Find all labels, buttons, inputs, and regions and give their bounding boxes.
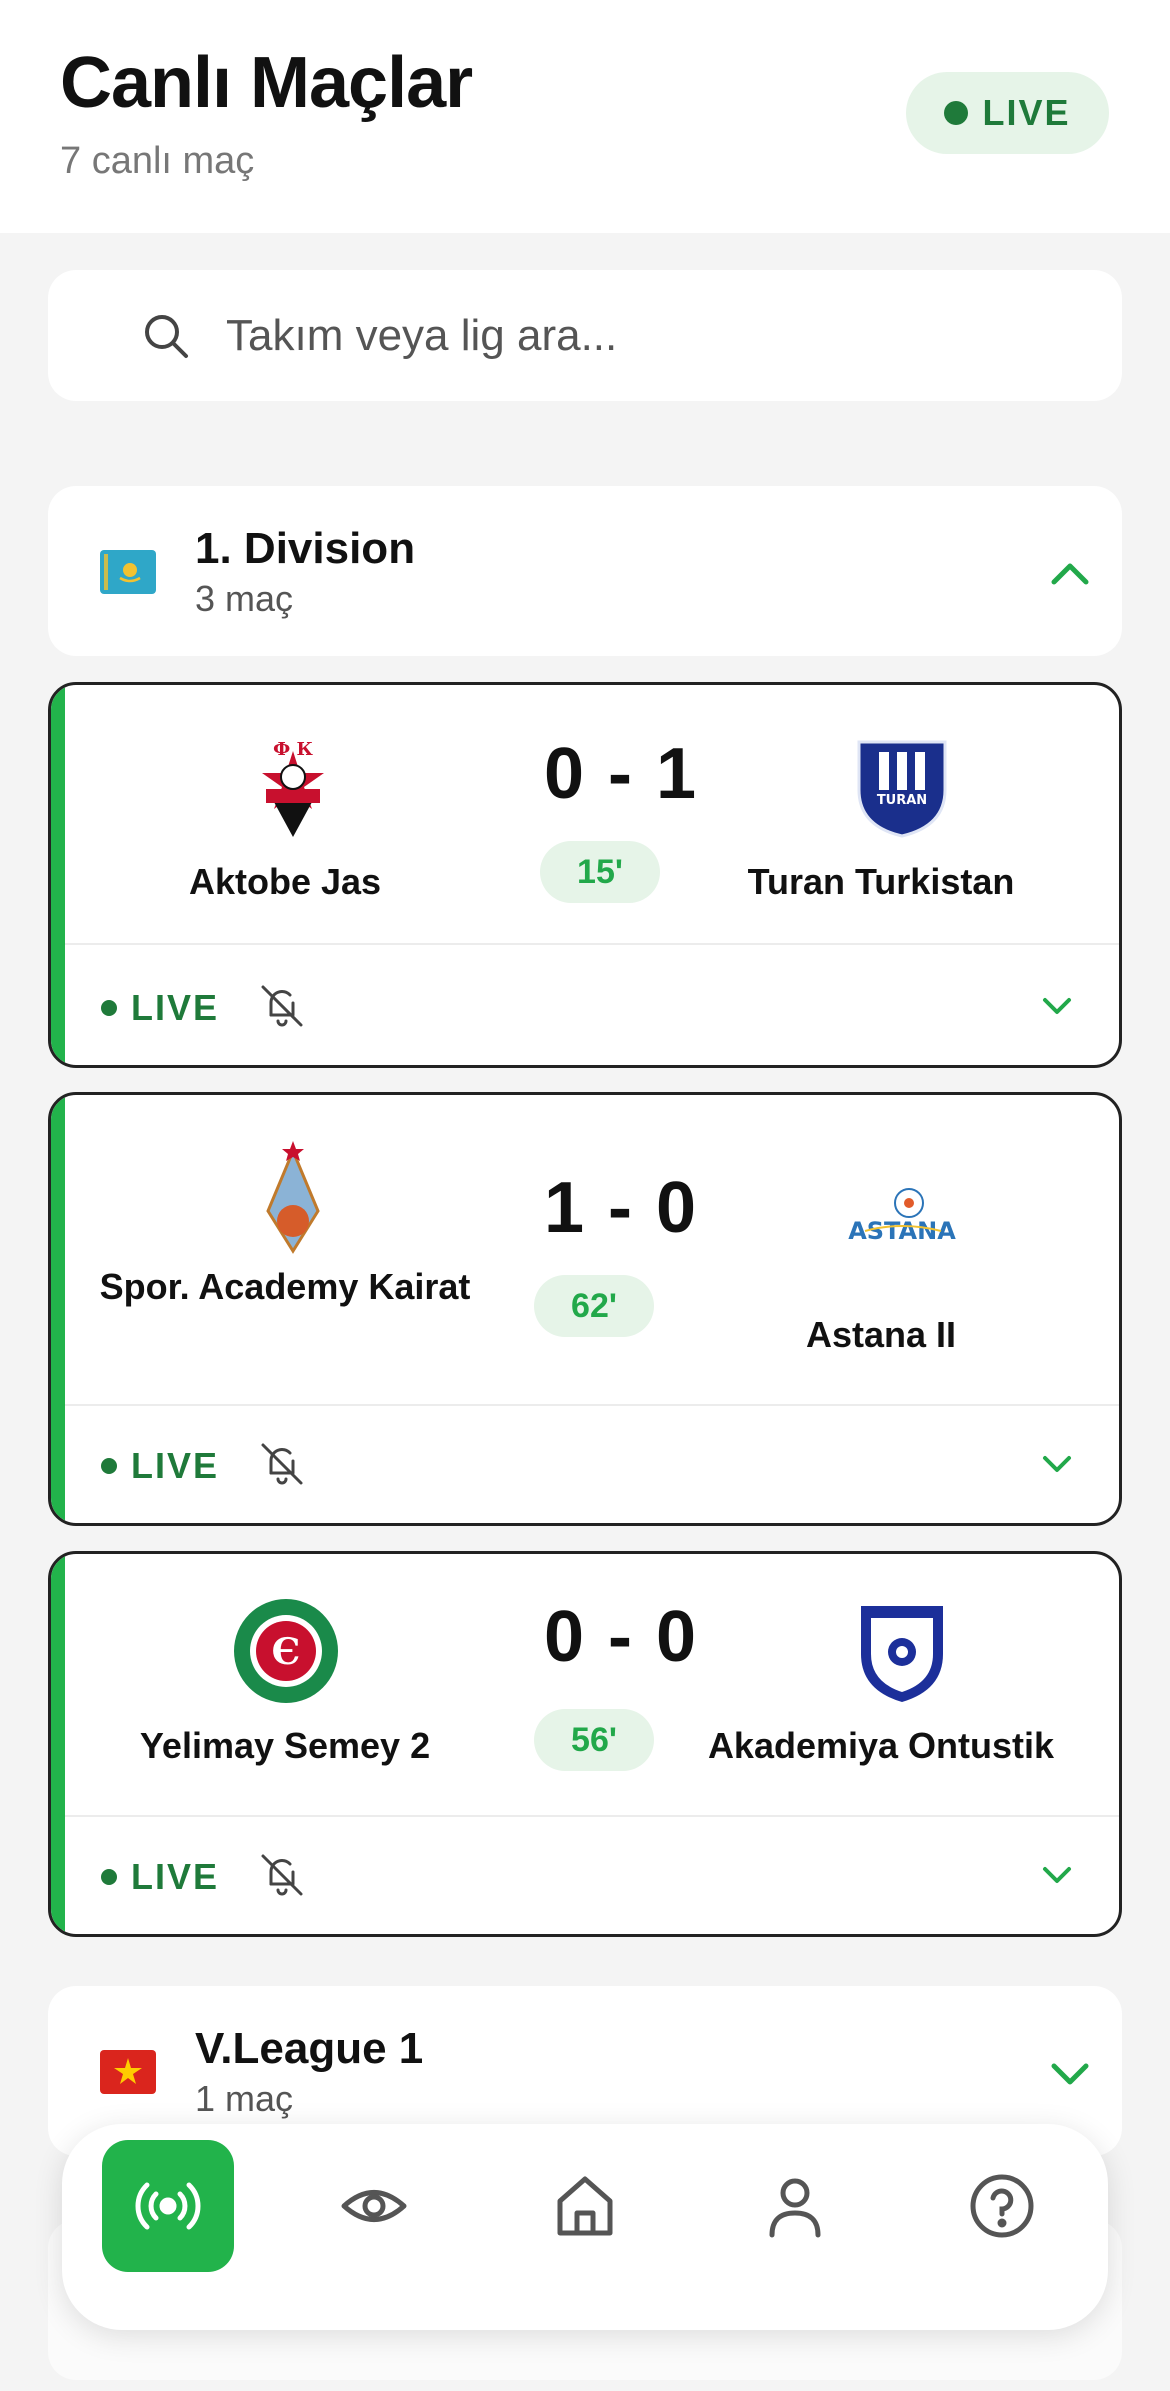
live-dot-icon <box>101 1458 117 1474</box>
away-team-name: Turan Turkistan <box>747 861 1015 902</box>
live-dot-icon <box>101 1000 117 1016</box>
nav-watch-button[interactable] <box>308 2140 440 2272</box>
live-status-tag: LIVE <box>101 1856 219 1898</box>
nav-help-button[interactable] <box>936 2140 1068 2272</box>
search-input[interactable] <box>226 300 1086 372</box>
live-match-count: 7 canlı maç <box>60 140 255 182</box>
match-card[interactable]: Ф К Aktobe Jas 0 - 1 15' TURAN Turan Tur… <box>48 682 1122 1068</box>
match-minute-badge: 62' <box>534 1275 654 1337</box>
league-name: V.League 1 <box>195 2024 424 2073</box>
match-score: 1 - 0 <box>543 1168 699 1248</box>
live-dot-icon <box>101 1869 117 1885</box>
bell-off-icon[interactable] <box>257 1850 307 1900</box>
live-label: LIVE <box>982 92 1071 133</box>
aktobe-jas-logo: Ф К <box>262 739 324 837</box>
chevron-up-icon[interactable] <box>1048 552 1092 592</box>
vietnam-flag-icon <box>100 2050 156 2094</box>
search-icon <box>145 315 188 358</box>
nav-home-button[interactable] <box>519 2140 651 2272</box>
help-icon <box>970 2174 1034 2238</box>
turan-turkistan-logo: TURAN <box>857 740 947 838</box>
league-match-count: 1 maç <box>195 2078 294 2119</box>
search-box[interactable] <box>48 270 1122 401</box>
page-title: Canlı Maçlar <box>60 43 473 123</box>
live-status-tag: LIVE <box>101 987 219 1029</box>
live-indicator-bar <box>51 685 65 1065</box>
nav-live-button[interactable] <box>102 2140 234 2272</box>
live-status-label: LIVE <box>131 1445 220 1486</box>
chevron-down-icon[interactable] <box>1037 988 1077 1024</box>
bell-off-icon[interactable] <box>257 981 307 1031</box>
card-divider <box>65 1404 1119 1406</box>
user-icon <box>769 2178 821 2238</box>
kairat-academy-logo <box>266 1141 320 1254</box>
match-minute-badge: 56' <box>534 1709 654 1771</box>
league-header-1-division[interactable]: 1. Division 3 maç <box>48 486 1122 656</box>
league-name: 1. Division <box>195 524 416 573</box>
chevron-down-icon[interactable] <box>1037 1446 1077 1482</box>
live-status-label: LIVE <box>131 987 220 1028</box>
chevron-down-icon[interactable] <box>1037 1857 1077 1893</box>
home-icon <box>557 2176 613 2236</box>
bottom-navigation <box>62 2124 1108 2330</box>
match-score: 0 - 1 <box>543 734 699 814</box>
svg-text:Є: Є <box>272 1631 301 1673</box>
chevron-down-icon[interactable] <box>1048 2056 1092 2096</box>
header: Canlı Maçlar 7 canlı maç LIVE <box>0 0 1170 233</box>
svg-text:TURAN: TURAN <box>877 793 927 808</box>
live-indicator-bar <box>51 1095 65 1523</box>
kazakhstan-flag-icon <box>100 550 156 594</box>
live-indicator-bar <box>51 1554 65 1934</box>
astana-logo: ASTANA <box>848 1188 956 1245</box>
live-broadcast-icon <box>135 2182 201 2230</box>
akademiya-ontustik-logo <box>861 1606 943 1702</box>
home-team-name: Spor. Academy Kairat <box>99 1266 471 1307</box>
live-status-label: LIVE <box>131 1856 220 1897</box>
eye-icon <box>341 2190 407 2222</box>
league-match-count: 3 maç <box>195 578 294 619</box>
away-team-name: Akademiya Ontustik <box>707 1725 1055 1766</box>
match-card[interactable]: Є Yelimay Semey 2 0 - 0 56' Akademiya On… <box>48 1551 1122 1937</box>
home-team-name: Yelimay Semey 2 <box>139 1725 431 1766</box>
match-card[interactable]: Spor. Academy Kairat 1 - 0 62' ASTANA As… <box>48 1092 1122 1526</box>
live-dot-icon <box>944 101 969 125</box>
bell-off-icon[interactable] <box>257 1439 307 1489</box>
nav-profile-button[interactable] <box>729 2140 861 2272</box>
card-divider <box>65 943 1119 945</box>
away-team-name: Astana II <box>805 1314 957 1355</box>
live-status-tag: LIVE <box>101 1445 219 1487</box>
home-team-name: Aktobe Jas <box>188 861 382 902</box>
live-status-badge: LIVE <box>906 72 1109 154</box>
yelimay-semey-logo: Є <box>234 1599 338 1703</box>
match-minute-badge: 15' <box>540 841 660 903</box>
card-divider <box>65 1815 1119 1817</box>
match-score: 0 - 0 <box>543 1597 699 1677</box>
